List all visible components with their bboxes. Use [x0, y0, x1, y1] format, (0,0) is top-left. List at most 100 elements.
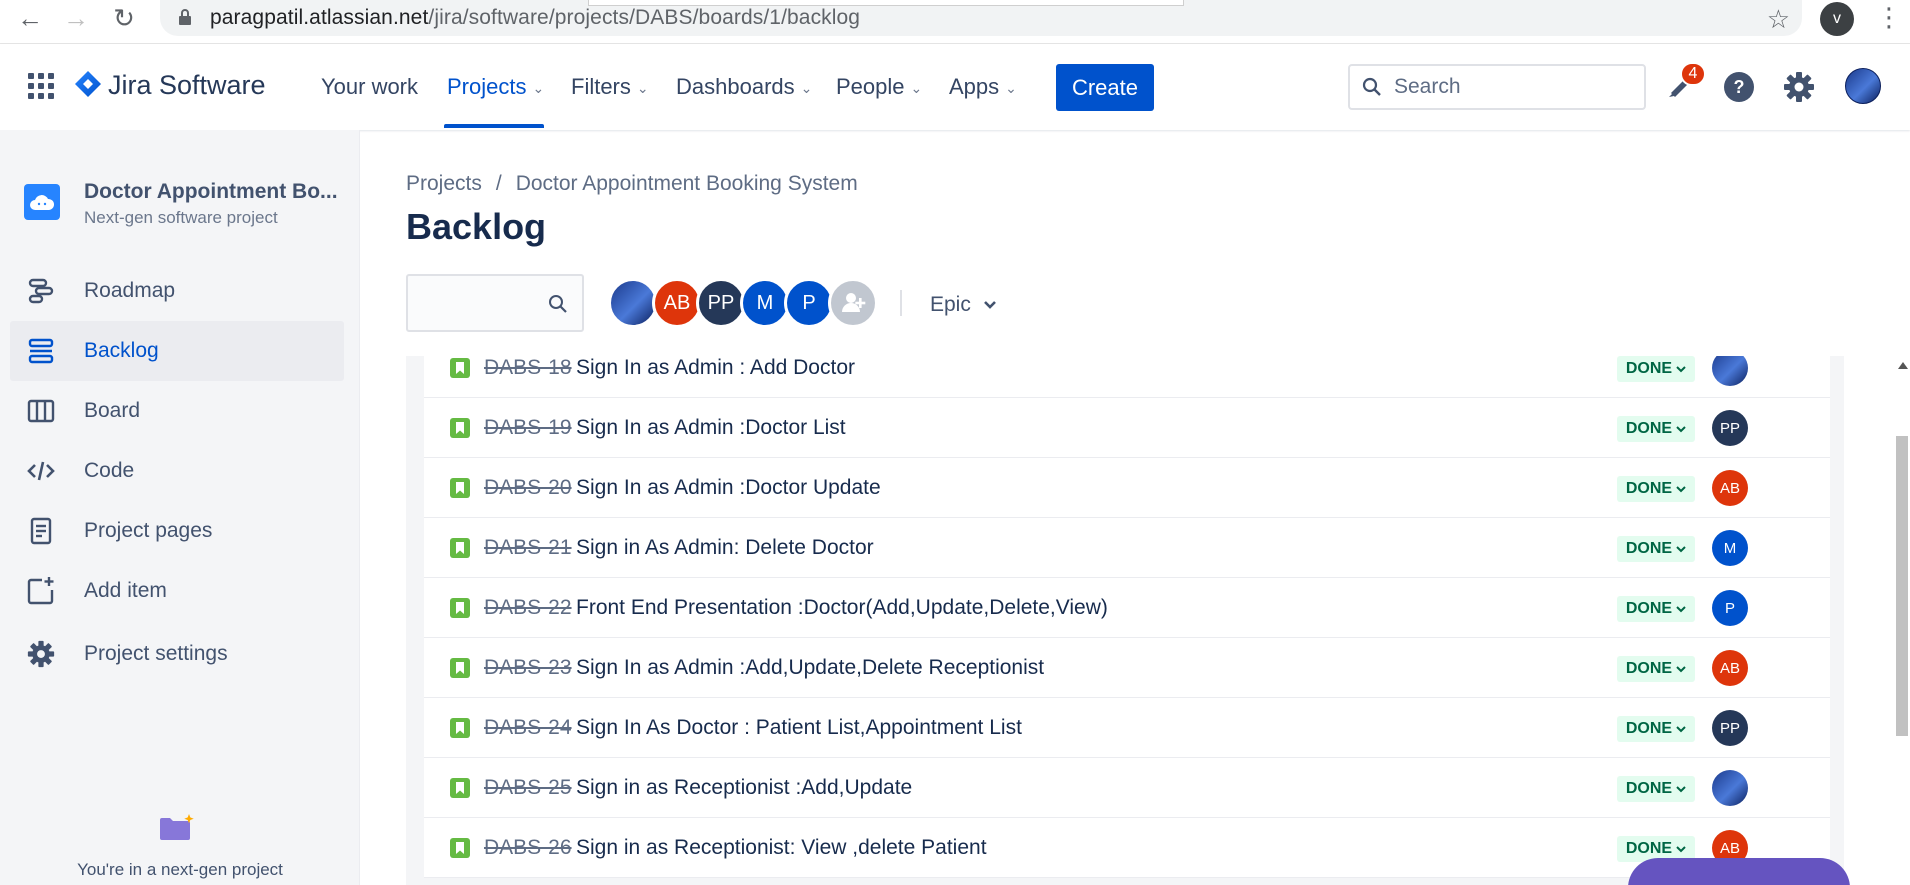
- assignee-avatar[interactable]: M: [1712, 530, 1748, 566]
- code-icon: [26, 456, 56, 486]
- issue-row[interactable]: DABS-21 Sign in As Admin: Delete Doctor DO…: [424, 518, 1830, 578]
- bookmark-star-icon[interactable]: ☆: [1767, 4, 1790, 35]
- search-input[interactable]: [1394, 72, 1634, 102]
- issue-summary[interactable]: Sign In as Admin :Doctor List: [576, 416, 846, 440]
- issue-row[interactable]: DABS-20 Sign In as Admin :Doctor Update DO…: [424, 458, 1830, 518]
- issue-row[interactable]: DABS-24 Sign In As Doctor : Patient List,…: [424, 698, 1830, 758]
- issue-summary[interactable]: Sign In as Admin : Add Doctor: [576, 356, 855, 380]
- sidebar-item-roadmap[interactable]: Roadmap: [10, 261, 344, 321]
- pages-icon: [26, 516, 56, 546]
- sidebar-item-add-item[interactable]: Add item: [10, 561, 344, 621]
- app-switcher-icon[interactable]: [28, 73, 54, 99]
- scrollbar-thumb[interactable]: [1896, 436, 1908, 736]
- nav-your-work[interactable]: Your work: [321, 74, 418, 100]
- breadcrumb-project[interactable]: Doctor Appointment Booking System: [516, 172, 858, 196]
- issue-key[interactable]: DABS-25: [484, 776, 572, 800]
- user-avatar[interactable]: [1845, 68, 1881, 104]
- avatar-ab[interactable]: AB: [652, 278, 702, 328]
- assignee-avatar[interactable]: P: [1712, 590, 1748, 626]
- assignee-avatar[interactable]: PP: [1712, 410, 1748, 446]
- issue-row[interactable]: DABS-26 Sign in as Receptionist: View ,de…: [424, 818, 1830, 878]
- help-icon[interactable]: ?: [1722, 70, 1756, 104]
- back-icon[interactable]: ←: [12, 3, 48, 33]
- status-dropdown[interactable]: DONE: [1617, 416, 1695, 442]
- assignee-avatar[interactable]: AB: [1712, 470, 1748, 506]
- nav-people[interactable]: People ⌄: [836, 74, 922, 100]
- story-icon: [450, 538, 470, 558]
- issue-key[interactable]: DABS-24: [484, 716, 572, 740]
- assignee-avatar[interactable]: [1712, 356, 1748, 386]
- status-dropdown[interactable]: DONE: [1617, 716, 1695, 742]
- issue-row[interactable]: DABS-19 Sign In as Admin :Doctor List DONE…: [424, 398, 1830, 458]
- quickstart-button[interactable]: [1628, 858, 1850, 885]
- issue-key[interactable]: DABS-26: [484, 836, 572, 860]
- breadcrumb-separator: /: [495, 172, 502, 195]
- assignee-avatar[interactable]: PP: [1712, 710, 1748, 746]
- story-icon: [450, 718, 470, 738]
- toolbar-divider: [900, 290, 902, 316]
- avatar-pp[interactable]: PP: [696, 278, 746, 328]
- issue-key[interactable]: DABS-21: [484, 536, 572, 560]
- issue-summary[interactable]: Sign In as Admin :Add,Update,Delete Rece…: [576, 656, 1044, 680]
- scroll-up-arrow-icon[interactable]: [1898, 362, 1908, 369]
- issue-summary[interactable]: Sign In as Admin :Doctor Update: [576, 476, 881, 500]
- status-label: DONE: [1625, 480, 1673, 497]
- nav-projects[interactable]: Projects ⌄: [447, 74, 544, 100]
- global-search[interactable]: [1348, 64, 1646, 110]
- issue-key[interactable]: DABS-20: [484, 476, 572, 500]
- sidebar-item-board[interactable]: Board: [10, 381, 344, 441]
- assignee-avatar[interactable]: [1712, 770, 1748, 806]
- issue-key[interactable]: DABS-18: [484, 356, 572, 380]
- status-dropdown[interactable]: DONE: [1617, 536, 1695, 562]
- add-people-icon[interactable]: [828, 278, 878, 328]
- nav-dashboards[interactable]: Dashboards ⌄: [676, 74, 812, 100]
- issue-summary[interactable]: Sign in As Admin: Delete Doctor: [576, 536, 874, 560]
- forward-icon[interactable]: →: [58, 3, 94, 33]
- epic-filter-dropdown[interactable]: Epic: [920, 288, 1007, 322]
- backlog-search-input[interactable]: [406, 274, 584, 332]
- project-cloud-icon[interactable]: [24, 184, 60, 220]
- product-name[interactable]: Jira Software: [108, 70, 266, 101]
- avatar-p[interactable]: P: [784, 278, 834, 328]
- nav-label: Dashboards: [676, 74, 795, 99]
- browser-toolbar: ← → ↻ paragpatil.atlassian.net/jira/soft…: [0, 0, 1910, 44]
- assignee-avatar[interactable]: AB: [1712, 650, 1748, 686]
- reload-icon[interactable]: ↻: [106, 3, 142, 33]
- status-label: DONE: [1625, 660, 1673, 677]
- avatar-image[interactable]: [608, 278, 658, 328]
- next-gen-notice: You're in a next-gen project: [77, 860, 283, 879]
- avatar-m[interactable]: M: [740, 278, 790, 328]
- issue-key[interactable]: DABS-19: [484, 416, 572, 440]
- browser-menu-icon[interactable]: ⋮: [1876, 2, 1902, 33]
- nav-apps[interactable]: Apps ⌄: [949, 74, 1017, 100]
- jira-logo-icon[interactable]: [74, 70, 102, 98]
- breadcrumb-projects[interactable]: Projects: [406, 172, 482, 196]
- issue-summary[interactable]: Sign in as Receptionist :Add,Update: [576, 776, 912, 800]
- status-dropdown[interactable]: DONE: [1617, 476, 1695, 502]
- settings-gear-icon[interactable]: [1782, 70, 1816, 104]
- nav-filters[interactable]: Filters ⌄: [571, 74, 649, 100]
- chevron-down-icon: ⌄: [636, 79, 649, 96]
- status-dropdown[interactable]: DONE: [1617, 656, 1695, 682]
- sidebar-item-project-pages[interactable]: Project pages: [10, 501, 344, 561]
- browser-profile-avatar[interactable]: v: [1820, 2, 1854, 36]
- issue-row[interactable]: DABS-23 Sign In as Admin :Add,Update,Dele…: [424, 638, 1830, 698]
- status-label: DONE: [1625, 420, 1673, 437]
- status-dropdown[interactable]: DONE: [1617, 596, 1695, 622]
- issue-summary[interactable]: Sign In As Doctor : Patient List,Appoint…: [576, 716, 1022, 740]
- project-name[interactable]: Doctor Appointment Bo...: [84, 180, 338, 204]
- sidebar-item-code[interactable]: Code: [10, 441, 344, 501]
- issue-row[interactable]: DABS-22 Front End Presentation :Doctor(Ad…: [424, 578, 1830, 638]
- status-dropdown[interactable]: DONE: [1617, 776, 1695, 802]
- issue-summary[interactable]: Front End Presentation :Doctor(Add,Updat…: [576, 596, 1108, 620]
- status-dropdown[interactable]: DONE: [1617, 356, 1695, 382]
- issue-key[interactable]: DABS-22: [484, 596, 572, 620]
- issue-row[interactable]: DABS-18 Sign In as Admin : Add Doctor DONE: [424, 356, 1830, 398]
- sidebar-item-project-settings[interactable]: Project settings: [10, 624, 344, 684]
- page-scrollbar[interactable]: [1894, 356, 1910, 885]
- sidebar-item-backlog[interactable]: Backlog: [10, 321, 344, 381]
- issue-summary[interactable]: Sign in as Receptionist: View ,delete Pa…: [576, 836, 987, 860]
- issue-row[interactable]: DABS-25 Sign in as Receptionist :Add,Upda…: [424, 758, 1830, 818]
- issue-key[interactable]: DABS-23: [484, 656, 572, 680]
- create-button[interactable]: Create: [1056, 64, 1154, 111]
